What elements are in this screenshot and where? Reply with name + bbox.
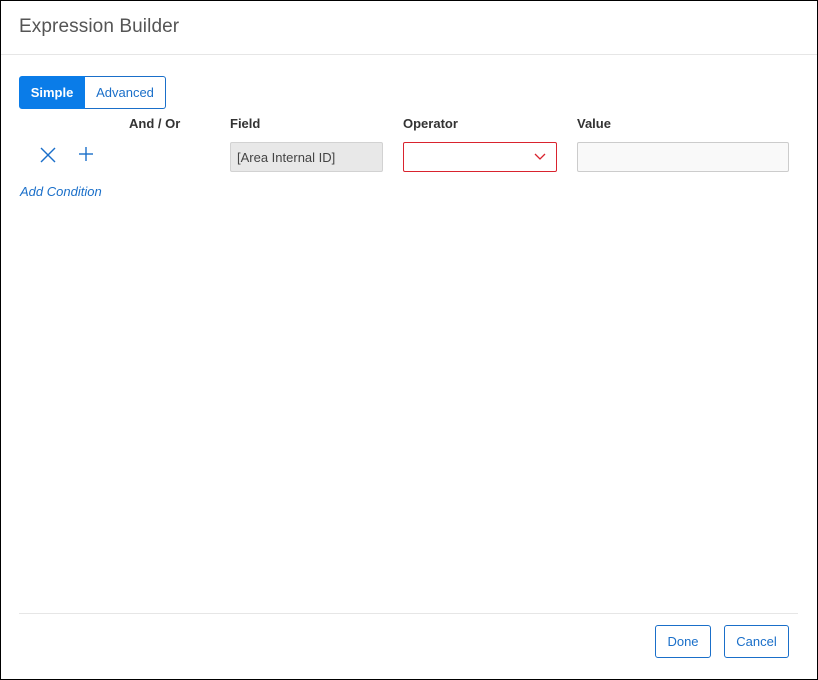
value-input[interactable] <box>577 142 789 172</box>
dialog-title: Expression Builder <box>19 16 180 37</box>
add-condition-row-button[interactable] <box>75 143 97 165</box>
simple-mode-button[interactable]: Simple <box>19 76 85 109</box>
field-value[interactable]: [Area Internal ID] <box>230 142 383 172</box>
close-icon <box>40 147 56 163</box>
operator-select[interactable] <box>403 142 557 172</box>
expression-builder-dialog: Expression Builder Simple Advanced And /… <box>0 0 818 680</box>
field-column-header: Field <box>230 116 261 131</box>
plus-icon <box>79 147 93 161</box>
title-divider <box>1 54 817 55</box>
chevron-down-icon <box>534 153 546 160</box>
value-column-header: Value <box>577 116 611 131</box>
done-button[interactable]: Done <box>655 625 711 658</box>
footer-divider <box>19 613 798 614</box>
add-condition-link[interactable]: Add Condition <box>20 184 102 199</box>
cancel-button[interactable]: Cancel <box>724 625 789 658</box>
operator-column-header: Operator <box>403 116 458 131</box>
mode-toggle: Simple Advanced <box>19 76 166 109</box>
and-or-column-header: And / Or <box>129 116 181 131</box>
advanced-mode-button[interactable]: Advanced <box>85 76 166 109</box>
remove-condition-button[interactable] <box>37 144 59 166</box>
